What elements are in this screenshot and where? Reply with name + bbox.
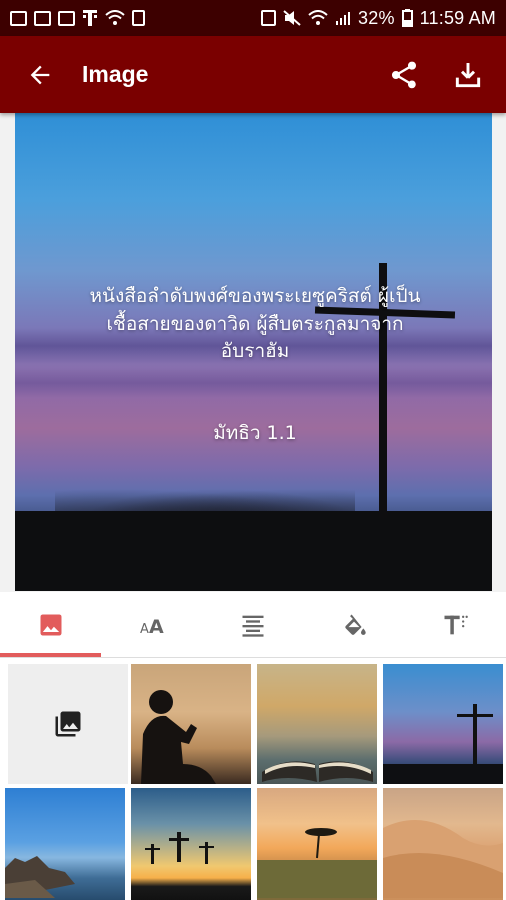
tab-font-size[interactable]: AA — [101, 592, 202, 657]
tab-text-align[interactable] — [202, 592, 303, 657]
thumbnail-reading-silhouette[interactable] — [131, 664, 251, 784]
font-size-icon: AA — [140, 616, 164, 638]
reading-silhouette-art — [141, 690, 216, 784]
file-icon — [132, 10, 145, 26]
desert-dunes-art — [383, 820, 503, 898]
image-icon — [40, 614, 62, 635]
photo-picker-button[interactable] — [8, 664, 128, 784]
cell-signal-icon — [336, 12, 351, 25]
editor-tab-bar: AA — [0, 592, 506, 658]
mute-icon — [283, 10, 301, 26]
photo-library-icon — [55, 711, 81, 737]
verse-image-preview: หนังสือลำดับพงศ์ของพระเยซูคริสต์ ผู้เป็น… — [15, 113, 492, 591]
tab-text-style[interactable] — [405, 592, 506, 657]
app-bar: Image — [0, 36, 506, 113]
tab-background-image[interactable] — [0, 592, 102, 657]
notification-icon — [10, 10, 27, 26]
text-format-icon — [444, 615, 469, 634]
thumbnail-desert-dunes[interactable] — [383, 788, 503, 900]
battery-percent: 32% — [358, 7, 395, 28]
background-gallery — [0, 658, 506, 900]
notification-icon — [34, 10, 51, 26]
verse-line: เชื้อสายของดาวิด ผู้สืบตระกูลมาจาก — [106, 312, 404, 335]
status-system: 32% 11:59 AM — [261, 8, 496, 29]
verse-reference: มัทธิว 1.1 — [213, 422, 297, 444]
wifi-signal-icon — [308, 10, 328, 25]
nfc-icon — [261, 10, 277, 26]
cloud-band — [15, 368, 492, 398]
arrow-back-icon[interactable] — [26, 61, 54, 89]
three-crosses-art — [145, 832, 214, 864]
beach-rocks-art — [5, 856, 75, 898]
verse-line: อับราฮัม — [220, 340, 290, 363]
align-center-icon — [242, 615, 264, 637]
status-notifications — [10, 9, 145, 27]
thumbnail-three-crosses[interactable] — [131, 788, 251, 900]
status-bar: 32% 11:59 AM — [0, 0, 506, 36]
verse-line: หนังสือลำดับพงศ์ของพระเยซูคริสต์ ผู้เป็น — [89, 285, 421, 307]
svg-text:A: A — [149, 616, 164, 638]
download-icon[interactable] — [452, 59, 484, 91]
thumbnail-open-bible[interactable] — [257, 664, 377, 784]
tmobile-icon — [83, 10, 97, 26]
open-bible-art — [262, 761, 373, 782]
image-notification-icon — [58, 10, 75, 26]
clock: 11:59 AM — [419, 7, 496, 28]
battery-icon — [401, 9, 413, 27]
svg-text:A: A — [140, 622, 149, 637]
tab-color-fill[interactable] — [304, 592, 405, 657]
share-icon[interactable] — [388, 59, 420, 91]
verse-text[interactable]: หนังสือลำดับพงศ์ของพระเยซูคริสต์ ผู้เป็น… — [45, 283, 465, 366]
cross-dusk-art — [383, 704, 503, 784]
thumbnail-savanna-tree[interactable] — [257, 788, 377, 900]
ground-silhouette — [15, 511, 492, 591]
page-title: Image — [82, 61, 149, 87]
savanna-tree-art — [257, 828, 377, 898]
wifi-icon — [105, 10, 125, 25]
thumbnail-cross-dusk[interactable] — [383, 664, 503, 784]
paint-bucket-icon — [345, 614, 366, 635]
thumbnail-beach-rocks[interactable] — [5, 788, 125, 900]
